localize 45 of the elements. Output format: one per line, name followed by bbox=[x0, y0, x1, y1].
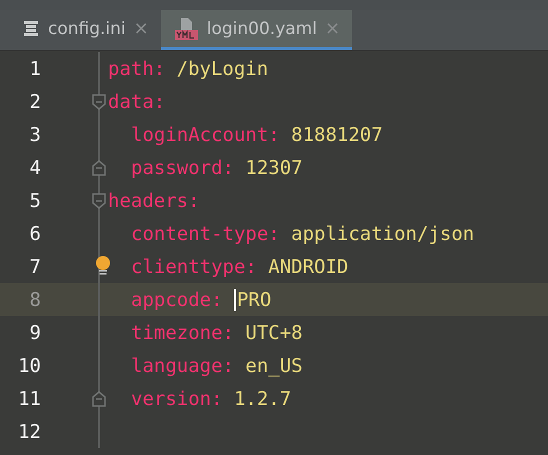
yaml-key: data: bbox=[108, 90, 166, 112]
yaml-value: 81881207 bbox=[291, 124, 383, 146]
yaml-value: 1.2.7 bbox=[234, 388, 292, 410]
yaml-value: /byLogin bbox=[176, 58, 268, 80]
line-number: 7 bbox=[28, 256, 41, 278]
file-icon bbox=[22, 20, 40, 38]
file-tab[interactable]: config.ini × bbox=[8, 10, 161, 50]
fold-marker-icon[interactable] bbox=[91, 192, 107, 210]
file-tab[interactable]: login00.yaml × bbox=[160, 10, 352, 50]
yaml-value: PRO bbox=[236, 288, 272, 310]
yaml-value: ANDROID bbox=[268, 256, 348, 278]
yaml-key: version: bbox=[131, 388, 223, 410]
close-icon[interactable]: × bbox=[134, 18, 149, 39]
line-number: 8 bbox=[28, 288, 41, 310]
line-number: 9 bbox=[28, 322, 41, 344]
fold-marker-icon[interactable] bbox=[91, 159, 107, 177]
yaml-value: en_US bbox=[245, 354, 303, 376]
line-number: 10 bbox=[17, 354, 41, 376]
yaml-key: path: bbox=[108, 58, 166, 80]
yaml-key: clienttype: bbox=[131, 256, 257, 278]
line-number: 6 bbox=[28, 222, 41, 244]
yaml-value: UTC+8 bbox=[245, 322, 303, 344]
line-number: 12 bbox=[17, 420, 41, 442]
line-number: 4 bbox=[28, 156, 41, 178]
yaml-value: 12307 bbox=[245, 156, 303, 178]
yaml-key: timezone: bbox=[131, 322, 234, 344]
line-number: 2 bbox=[28, 90, 41, 112]
tab-label: config.ini bbox=[48, 18, 126, 38]
line-number: 11 bbox=[17, 388, 41, 410]
line-number: 3 bbox=[28, 124, 41, 146]
yaml-key: loginAccount: bbox=[131, 124, 280, 146]
yaml-key: headers: bbox=[108, 190, 200, 212]
yaml-key: language: bbox=[131, 354, 234, 376]
yaml-file-icon bbox=[174, 16, 199, 40]
lightbulb-icon[interactable] bbox=[95, 255, 111, 277]
tab-label: login00.yaml bbox=[206, 18, 317, 38]
line-number: 1 bbox=[28, 58, 41, 80]
fold-marker-icon[interactable] bbox=[91, 390, 107, 408]
yaml-key: password: bbox=[131, 156, 234, 178]
yaml-value: application/json bbox=[291, 222, 474, 244]
yaml-key: content-type: bbox=[131, 222, 280, 244]
close-icon[interactable]: × bbox=[324, 18, 340, 39]
yaml-key: appcode: bbox=[131, 288, 223, 310]
line-number: 5 bbox=[28, 190, 41, 212]
fold-marker-icon[interactable] bbox=[91, 93, 107, 111]
